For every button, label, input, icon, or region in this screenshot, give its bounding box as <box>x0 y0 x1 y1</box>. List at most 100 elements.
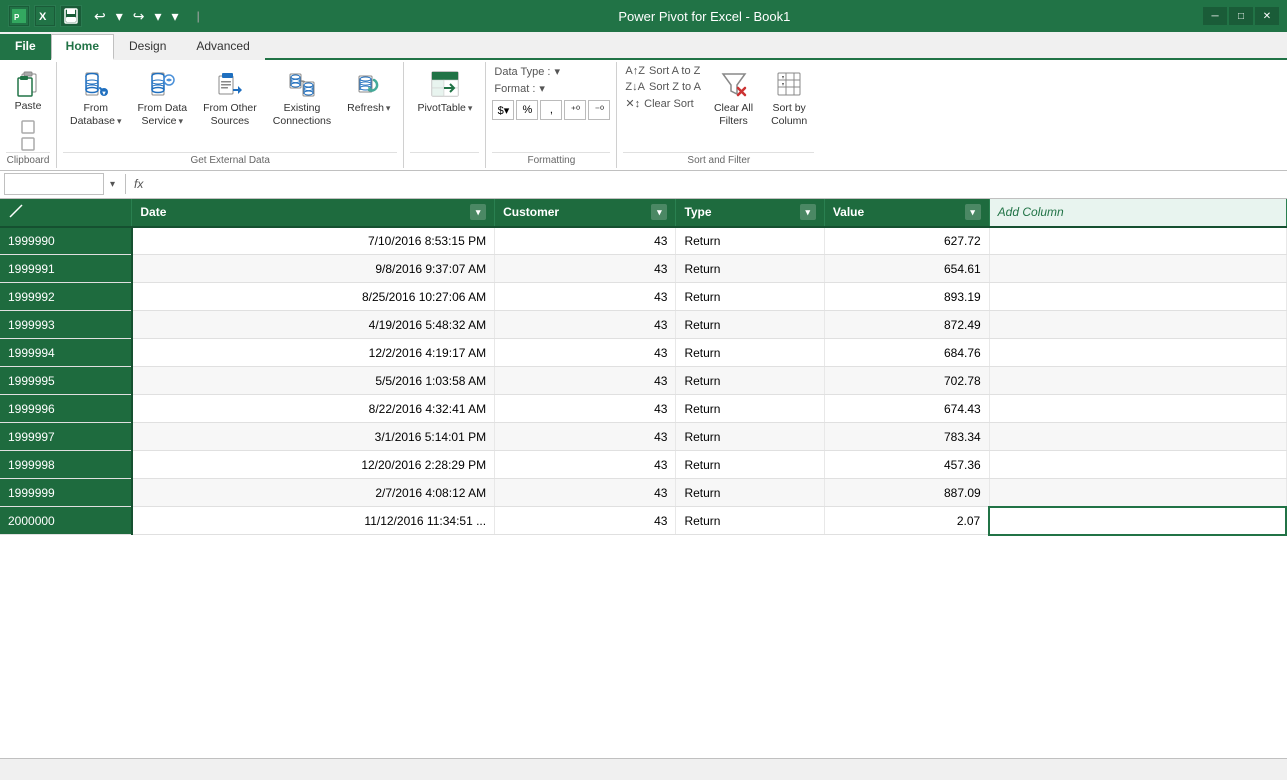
value-cell: 2.07 <box>824 507 989 535</box>
excel-icon[interactable]: X <box>34 5 56 27</box>
row-number-cell: 2000000 <box>0 507 132 535</box>
date-cell: 2/7/2016 4:08:12 AM <box>132 479 495 507</box>
percent-button[interactable]: % <box>516 100 538 120</box>
clear-sort-icon: ✕↕ <box>625 97 640 110</box>
table-row[interactable]: 19999968/22/2016 4:32:41 AM43Return674.4… <box>0 395 1286 423</box>
add-column-cell <box>989 479 1286 507</box>
row-number-cell: 1999995 <box>0 367 132 395</box>
from-database-button[interactable]: ▼ FromDatabase <box>63 64 128 131</box>
table-row[interactable]: 19999973/1/2016 5:14:01 PM43Return783.34 <box>0 423 1286 451</box>
undo-dropdown-button[interactable]: ▾ <box>112 6 127 27</box>
add-column-cell <box>989 255 1286 283</box>
tab-advanced[interactable]: Advanced <box>181 34 264 60</box>
customer-cell: 43 <box>495 451 676 479</box>
table-row[interactable]: 199999412/2/2016 4:19:17 AM43Return684.7… <box>0 339 1286 367</box>
sort-a-z-button[interactable]: A↑Z Sort A to Z <box>623 64 703 78</box>
excel-grid-icon[interactable]: P <box>8 5 30 27</box>
name-box-dropdown[interactable]: ▾ <box>108 179 117 190</box>
format-row[interactable]: Format : ▾ <box>492 81 546 96</box>
existing-connections-button[interactable]: ExistingConnections <box>266 64 338 131</box>
decrease-decimals-button[interactable]: ⁻⁰ <box>588 100 610 120</box>
customer-filter-dropdown[interactable]: ▾ <box>651 204 667 220</box>
tab-home[interactable]: Home <box>51 34 114 60</box>
tab-file[interactable]: File <box>0 34 51 60</box>
increase-decimals-button[interactable]: ⁺⁰ <box>564 100 586 120</box>
date-column-label: Date <box>140 205 166 219</box>
customer-cell: 43 <box>495 283 676 311</box>
date-cell: 12/20/2016 2:28:29 PM <box>132 451 495 479</box>
type-cell: Return <box>676 423 824 451</box>
table-row[interactable]: 19999928/25/2016 10:27:06 AM43Return893.… <box>0 283 1286 311</box>
comma-button[interactable]: , <box>540 100 562 120</box>
date-filter-dropdown[interactable]: ▾ <box>470 204 486 220</box>
existing-connections-icon <box>286 68 318 100</box>
refresh-icon <box>353 68 385 100</box>
undo-redo-group: ↩ ▾ ↪ ▾ ▾ <box>90 6 183 27</box>
formatting-items: Data Type : ▾ Format : ▾ $▾ % , ⁺⁰ ⁻⁰ <box>492 64 610 152</box>
clear-all-filters-button[interactable]: Clear AllFilters <box>707 64 760 131</box>
minimize-button[interactable]: ─ <box>1203 7 1227 25</box>
from-data-service-label: From DataService <box>137 102 187 127</box>
save-icon[interactable] <box>60 5 82 27</box>
sort-z-a-button[interactable]: Z↓A Sort Z to A <box>623 80 703 94</box>
clear-sort-button[interactable]: ✕↕ Clear Sort <box>623 96 703 111</box>
redo-dropdown-button[interactable]: ▾ <box>151 6 166 27</box>
row-number-cell: 1999991 <box>0 255 132 283</box>
date-cell: 4/19/2016 5:48:32 AM <box>132 311 495 339</box>
data-type-row[interactable]: Data Type : ▾ <box>492 64 562 79</box>
paste-button[interactable]: Paste <box>6 64 50 117</box>
value-column-header[interactable]: Value ▾ <box>824 199 989 227</box>
sort-filter-label: Sort and Filter <box>623 152 814 168</box>
table-row[interactable]: 19999919/8/2016 9:37:07 AM43Return654.61 <box>0 255 1286 283</box>
sort-by-column-button[interactable]: Sort byColumn <box>764 64 814 131</box>
name-box[interactable] <box>4 173 104 195</box>
from-other-sources-button[interactable]: From OtherSources <box>196 64 264 131</box>
customer-column-header[interactable]: Customer ▾ <box>495 199 676 227</box>
paste-sub-1[interactable] <box>19 119 37 135</box>
type-filter-dropdown[interactable]: ▾ <box>800 204 816 220</box>
add-column-cell <box>989 423 1286 451</box>
row-number-cell: 1999998 <box>0 451 132 479</box>
value-cell: 872.49 <box>824 311 989 339</box>
value-cell: 783.34 <box>824 423 989 451</box>
pivot-table-button[interactable]: PivotTable <box>410 64 479 124</box>
table-row[interactable]: 19999934/19/2016 5:48:32 AM43Return872.4… <box>0 311 1286 339</box>
add-column-cell <box>989 339 1286 367</box>
date-cell: 11/12/2016 11:34:51 ... <box>132 507 495 535</box>
data-type-dropdown[interactable]: ▾ <box>554 65 560 78</box>
redo-button[interactable]: ↪ <box>129 6 149 27</box>
customer-cell: 43 <box>495 227 676 255</box>
formatting-group: Data Type : ▾ Format : ▾ $▾ % , ⁺⁰ ⁻⁰ Fo… <box>486 62 617 168</box>
customize-qat-button[interactable]: ▾ <box>168 6 183 27</box>
table-header-row: Date ▾ Customer ▾ Type ▾ <box>0 199 1286 227</box>
clipboard-group: Paste Clipboard <box>0 62 57 168</box>
paste-sub-2[interactable] <box>19 136 37 152</box>
table-row[interactable]: 19999992/7/2016 4:08:12 AM43Return887.09 <box>0 479 1286 507</box>
format-dropdown[interactable]: ▾ <box>539 82 545 95</box>
table-row[interactable]: 200000011/12/2016 11:34:51 ...43Return2.… <box>0 507 1286 535</box>
add-column-label: Add Column <box>998 205 1064 219</box>
add-column-header[interactable]: Add Column <box>989 199 1286 227</box>
dollar-button[interactable]: $▾ <box>492 100 514 120</box>
table-row[interactable]: 19999955/5/2016 1:03:58 AM43Return702.78 <box>0 367 1286 395</box>
close-button[interactable]: ✕ <box>1255 7 1279 25</box>
type-column-header[interactable]: Type ▾ <box>676 199 824 227</box>
formula-bar: ▾ fx <box>0 171 1287 199</box>
table-row[interactable]: 199999812/20/2016 2:28:29 PM43Return457.… <box>0 451 1286 479</box>
table-row[interactable]: 19999907/10/2016 8:53:15 PM43Return627.7… <box>0 227 1286 255</box>
clear-all-filters-icon <box>718 68 750 100</box>
tab-design[interactable]: Design <box>114 34 181 60</box>
formula-input[interactable] <box>147 173 1283 195</box>
date-column-header[interactable]: Date ▾ <box>132 199 495 227</box>
type-cell: Return <box>676 479 824 507</box>
from-other-sources-label: From OtherSources <box>203 102 257 127</box>
svg-text:P: P <box>14 13 20 22</box>
formatting-label: Formatting <box>492 152 610 168</box>
add-column-cell[interactable] <box>989 507 1286 535</box>
from-data-service-button[interactable]: From DataService <box>130 64 194 131</box>
svg-text:▼: ▼ <box>101 91 107 97</box>
refresh-button[interactable]: Refresh <box>340 64 397 124</box>
undo-button[interactable]: ↩ <box>90 6 110 27</box>
maximize-button[interactable]: □ <box>1229 7 1253 25</box>
value-filter-dropdown[interactable]: ▾ <box>965 204 981 220</box>
